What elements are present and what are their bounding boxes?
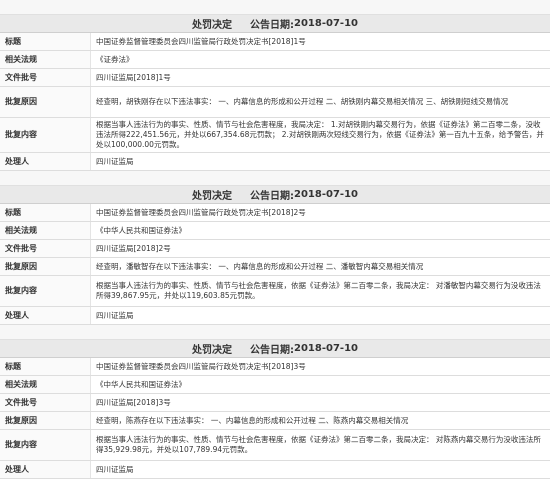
title-value: 中国证券监督管理委员会四川监管局行政处罚决定书[2018]1号 (91, 33, 550, 51)
law-value: 《中华人民共和国证券法》 (91, 222, 550, 240)
doc-no-value: 四川证监局[2018]3号 (91, 394, 550, 412)
announce-date: 2018-07-10 (294, 189, 358, 200)
announce-date-label: 公告日期: (250, 341, 294, 356)
reason-label: 批复原因 (0, 87, 91, 118)
doc-no-value: 四川证监局[2018]1号 (91, 69, 550, 87)
section-type: 处罚决定 (192, 16, 232, 31)
law-label: 相关法规 (0, 51, 91, 69)
reason-value: 经查明，陈燕存在以下违法事实： 一、内幕信息的形成和公开过程 二、陈燕内幕交易相… (91, 412, 550, 430)
person-value: 四川证监局 (91, 153, 550, 171)
content-value: 根据当事人违法行为的事实、性质、情节与社会危害程度，我局决定： 1.对胡铁刚内幕… (91, 118, 550, 153)
person-value: 四川证监局 (91, 307, 550, 325)
penalty-table-3: 标题 中国证券监督管理委员会四川监管局行政处罚决定书[2018]3号 相关法规 … (0, 358, 550, 479)
section-type: 处罚决定 (192, 341, 232, 356)
section-header: 处罚决定 公告日期: 2018-07-10 (0, 340, 550, 358)
person-value: 四川证监局 (91, 461, 550, 479)
law-value: 《证券法》 (91, 51, 550, 69)
content-label: 批复内容 (0, 430, 91, 461)
announce-date-label: 公告日期: (250, 16, 294, 31)
section-header: 处罚决定 公告日期: 2018-07-10 (0, 15, 550, 33)
section-type: 处罚决定 (192, 187, 232, 202)
announce-date-label: 公告日期: (250, 187, 294, 202)
title-label: 标题 (0, 33, 91, 51)
section-spacer (0, 171, 550, 186)
penalty-table-2: 标题 中国证券监督管理委员会四川监管局行政处罚决定书[2018]2号 相关法规 … (0, 204, 550, 325)
law-label: 相关法规 (0, 376, 91, 394)
section-header: 处罚决定 公告日期: 2018-07-10 (0, 186, 550, 204)
person-label: 处理人 (0, 307, 91, 325)
doc-no-label: 文件批号 (0, 240, 91, 258)
title-label: 标题 (0, 204, 91, 222)
penalty-table-1: 标题 中国证券监督管理委员会四川监管局行政处罚决定书[2018]1号 相关法规 … (0, 33, 550, 171)
top-spacer (0, 0, 550, 15)
title-value: 中国证券监督管理委员会四川监管局行政处罚决定书[2018]3号 (91, 358, 550, 376)
doc-no-value: 四川证监局[2018]2号 (91, 240, 550, 258)
law-value: 《中华人民共和国证券法》 (91, 376, 550, 394)
reason-label: 批复原因 (0, 412, 91, 430)
doc-no-label: 文件批号 (0, 394, 91, 412)
reason-label: 批复原因 (0, 258, 91, 276)
title-label: 标题 (0, 358, 91, 376)
title-value: 中国证券监督管理委员会四川监管局行政处罚决定书[2018]2号 (91, 204, 550, 222)
announce-date: 2018-07-10 (294, 18, 358, 29)
content-value: 根据当事人违法行为的事实、性质、情节与社会危害程度，依据《证券法》第二百零二条，… (91, 276, 550, 307)
content-label: 批复内容 (0, 118, 91, 153)
law-label: 相关法规 (0, 222, 91, 240)
section-spacer (0, 325, 550, 340)
person-label: 处理人 (0, 461, 91, 479)
penalty-list: 处罚决定 公告日期: 2018-07-10 标题 中国证券监督管理委员会四川监管… (0, 0, 550, 479)
doc-no-label: 文件批号 (0, 69, 91, 87)
content-value: 根据当事人违法行为的事实、性质、情节与社会危害程度，依据《证券法》第二百零二条，… (91, 430, 550, 461)
announce-date: 2018-07-10 (294, 343, 358, 354)
reason-value: 经查明，潘敏智存在以下违法事实： 一、内幕信息的形成和公开过程 二、潘敏智内幕交… (91, 258, 550, 276)
content-label: 批复内容 (0, 276, 91, 307)
reason-value: 经查明，胡铁刚存在以下违法事实： 一、内幕信息的形成和公开过程 二、胡铁刚内幕交… (91, 87, 550, 118)
person-label: 处理人 (0, 153, 91, 171)
